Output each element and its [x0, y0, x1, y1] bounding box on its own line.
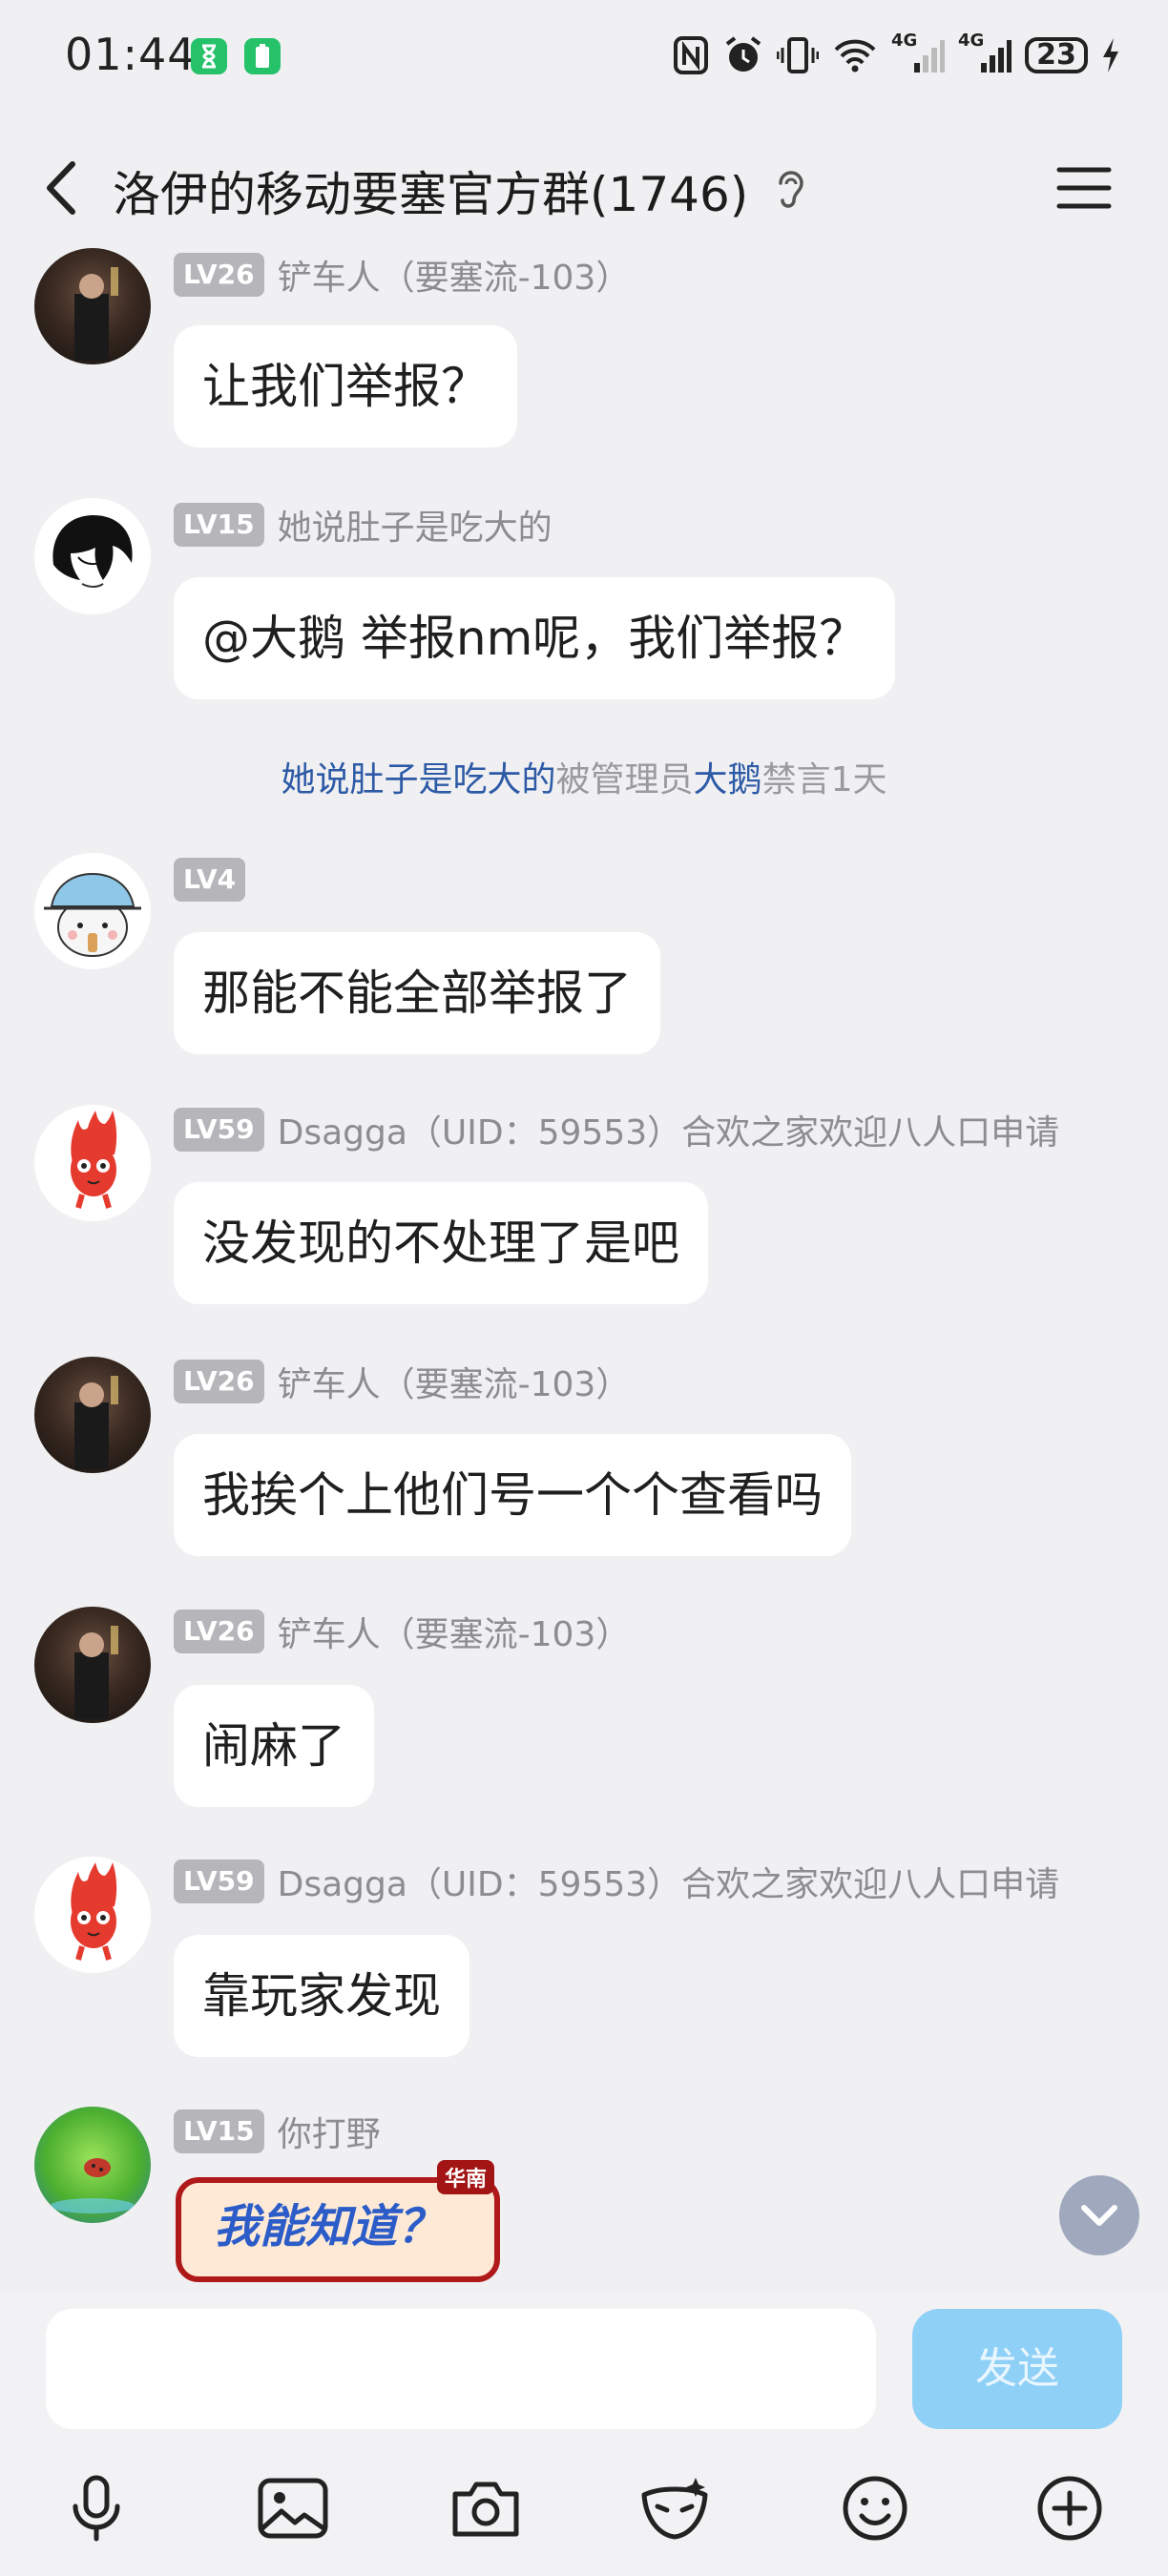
- level-badge: LV4: [174, 858, 246, 902]
- alarm-icon: [723, 34, 763, 76]
- notice-result: 禁言1天: [761, 760, 887, 800]
- message-bubble[interactable]: 我挨个上他们号一个个查看吗: [174, 1434, 851, 1556]
- chat-header: 洛伊的移动要塞官方群(1746): [0, 114, 1168, 258]
- sender-name[interactable]: 她说肚子是吃大的: [278, 500, 553, 550]
- notice-action: 被管理员: [555, 760, 694, 800]
- sender-name[interactable]: 铲车人（要塞流-103）: [278, 1357, 631, 1406]
- emoji-icon[interactable]: [832, 2465, 918, 2551]
- avatar[interactable]: [34, 1857, 151, 1973]
- level-badge: LV26: [174, 253, 264, 297]
- wifi-icon: [832, 36, 878, 74]
- back-button[interactable]: [36, 155, 94, 221]
- plus-icon[interactable]: [1027, 2465, 1113, 2551]
- hourglass-app-icon: [191, 38, 227, 74]
- battery-level: 23: [1025, 37, 1088, 73]
- message-meta: LV59 Dsagga（UID：59553）合欢之家欢迎八人口申请: [174, 1105, 1059, 1154]
- vibrate-icon: [777, 34, 819, 76]
- charging-icon: [1101, 36, 1120, 74]
- level-badge: LV26: [174, 1610, 264, 1653]
- sender-name[interactable]: Dsagga（UID：59553）合欢之家欢迎八人口申请: [278, 1105, 1060, 1154]
- sender-name[interactable]: 铲车人（要塞流-103）: [278, 1607, 631, 1656]
- input-toolbar: [0, 2452, 1168, 2557]
- signal-4g-2-icon: 4G: [958, 31, 1012, 76]
- message-meta: LV4: [174, 855, 246, 904]
- message-bubble[interactable]: 让我们举报？: [174, 325, 517, 447]
- status-bar: 01:44 4G 4G 23: [0, 0, 1168, 114]
- avatar[interactable]: [34, 498, 151, 614]
- system-notice: 她说肚子是吃大的被管理员大鹅禁言1天: [0, 752, 1168, 801]
- status-time: 01:44: [65, 29, 197, 80]
- ear-icon[interactable]: [771, 168, 809, 216]
- message-bubble[interactable]: 闹麻了: [174, 1685, 374, 1807]
- sender-name[interactable]: 铲车人（要塞流-103）: [278, 250, 631, 300]
- signal-4g-label: 4G: [891, 31, 918, 51]
- status-icons: 4G 4G 23: [672, 29, 1120, 82]
- admin-link[interactable]: 大鹅: [694, 760, 762, 800]
- scroll-to-bottom-button[interactable]: [1059, 2175, 1139, 2255]
- message-bubble[interactable]: 靠玩家发现: [174, 1935, 469, 2057]
- microphone-icon[interactable]: [53, 2465, 139, 2551]
- send-button[interactable]: 发送: [912, 2309, 1122, 2429]
- message-bubble[interactable]: 那能不能全部举报了: [174, 932, 660, 1054]
- level-badge: LV59: [174, 1108, 264, 1152]
- avatar[interactable]: [34, 853, 151, 969]
- input-bar: 发送: [0, 2290, 1168, 2576]
- sticker-message[interactable]: 我能知道？ 华南: [172, 2160, 534, 2290]
- muted-user-link[interactable]: 她说肚子是吃大的: [282, 760, 556, 800]
- mask-effect-icon[interactable]: [632, 2465, 718, 2551]
- message-meta: LV15 她说肚子是吃大的: [174, 500, 553, 550]
- chevron-down-icon: [1081, 2205, 1117, 2226]
- message-meta: LV15 你打野: [174, 2107, 381, 2156]
- level-badge: LV26: [174, 1360, 264, 1403]
- sender-name[interactable]: Dsagga（UID：59553）合欢之家欢迎八人口申请: [278, 1857, 1060, 1906]
- avatar[interactable]: [34, 1357, 151, 1473]
- signal-4g-2-label: 4G: [958, 31, 985, 51]
- avatar[interactable]: [34, 2107, 151, 2223]
- level-badge: LV15: [174, 2109, 264, 2153]
- message-meta: LV26 铲车人（要塞流-103）: [174, 1607, 630, 1656]
- signal-4g-icon: 4G: [891, 31, 945, 76]
- level-badge: LV59: [174, 1859, 264, 1903]
- group-title[interactable]: 洛伊的移动要塞官方群(1746): [113, 156, 748, 225]
- message-meta: LV59 Dsagga（UID：59553）合欢之家欢迎八人口申请: [174, 1857, 1059, 1906]
- avatar[interactable]: [34, 1105, 151, 1221]
- message-meta: LV26 铲车人（要塞流-103）: [174, 1357, 630, 1406]
- avatar[interactable]: [34, 248, 151, 364]
- camera-icon[interactable]: [443, 2465, 529, 2551]
- battery-app-icon: [244, 38, 281, 74]
- sender-name[interactable]: 你打野: [278, 2107, 381, 2156]
- sticker-text: 我能知道？: [214, 2200, 444, 2254]
- message-bubble[interactable]: @大鹅 举报nm呢，我们举报？: [174, 577, 896, 699]
- menu-icon: [1056, 167, 1112, 209]
- message-input[interactable]: [46, 2309, 876, 2429]
- chevron-left-icon: [47, 161, 75, 215]
- level-badge: LV15: [174, 503, 264, 547]
- nfc-icon: [672, 34, 710, 76]
- message-bubble[interactable]: 没发现的不处理了是吧: [174, 1182, 708, 1304]
- message-meta: LV26 铲车人（要塞流-103）: [174, 250, 630, 300]
- sticker-tag: 华南: [437, 2160, 495, 2194]
- avatar[interactable]: [34, 1607, 151, 1723]
- menu-button[interactable]: [1055, 164, 1113, 212]
- image-icon[interactable]: [250, 2465, 336, 2551]
